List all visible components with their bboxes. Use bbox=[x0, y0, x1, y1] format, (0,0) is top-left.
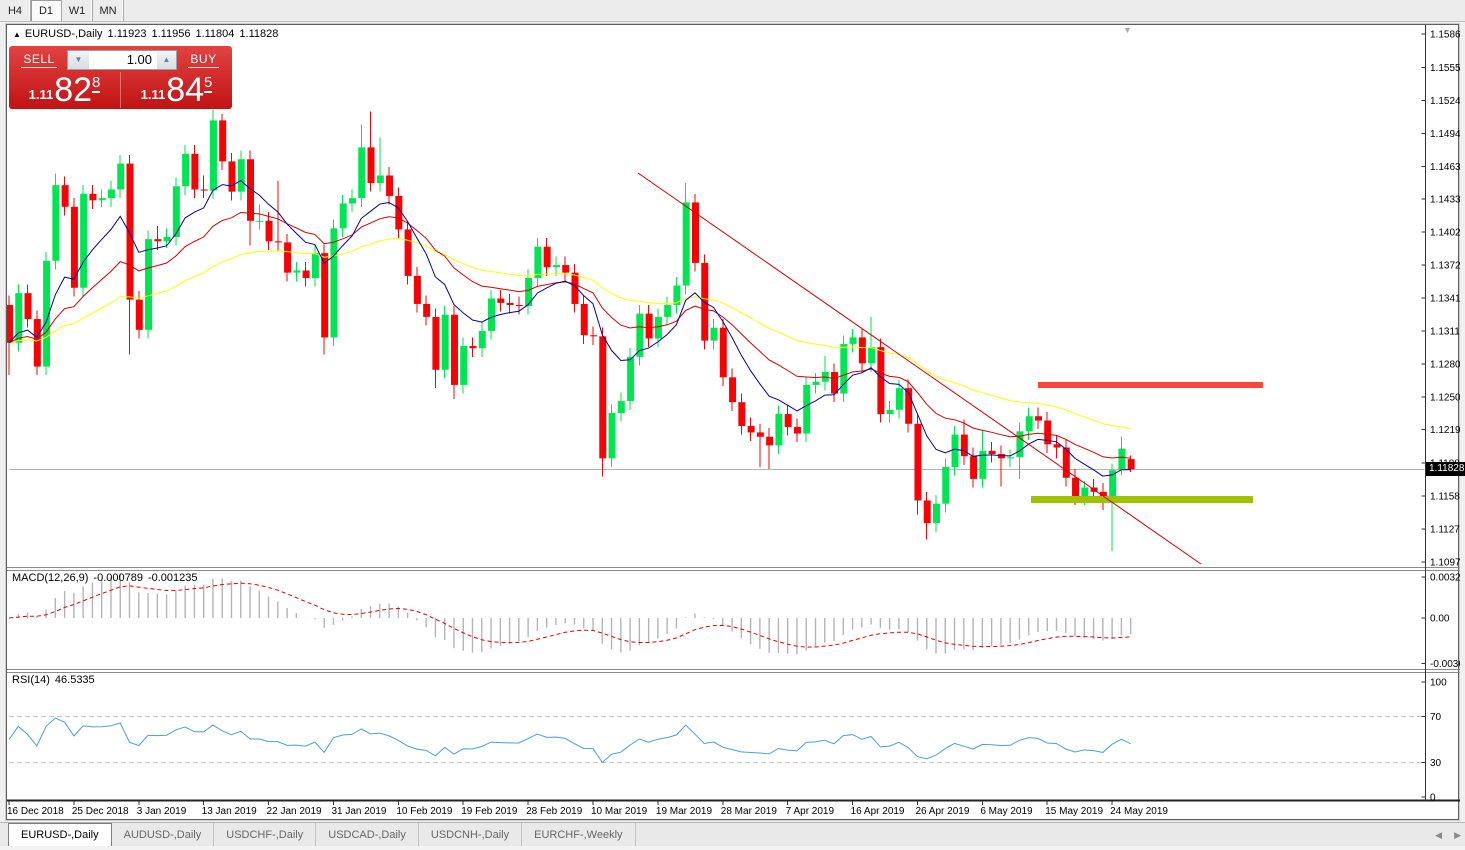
support-line bbox=[1031, 496, 1253, 503]
svg-text:0.00: 0.00 bbox=[1430, 614, 1450, 625]
date-label: 10 Mar 2019 bbox=[591, 806, 648, 817]
ohlc-close: 1.11828 bbox=[239, 28, 279, 40]
spin-down-icon: ▼ bbox=[74, 55, 83, 64]
date-label: 22 Jan 2019 bbox=[267, 806, 322, 817]
date-label: 3 Jan 2019 bbox=[137, 806, 187, 817]
svg-text:70: 70 bbox=[1430, 712, 1442, 723]
svg-text:1.15245: 1.15245 bbox=[1430, 96, 1460, 107]
macd-histogram bbox=[17, 573, 1132, 655]
date-label: 7 Apr 2019 bbox=[786, 806, 835, 817]
chart-symbol-label: EURUSD-,Daily bbox=[24, 28, 103, 40]
sell-price-point: 8 bbox=[92, 74, 101, 93]
svg-text:1.10970: 1.10970 bbox=[1430, 558, 1460, 569]
buy-price-prefix: 1.11 bbox=[140, 87, 166, 102]
resistance-line bbox=[1038, 382, 1263, 388]
macd-label: MACD(12,26,9) -0.000789 -0.001235 bbox=[12, 572, 203, 584]
svg-text:1.11580: 1.11580 bbox=[1430, 492, 1460, 503]
svg-text:1.11275: 1.11275 bbox=[1430, 525, 1460, 536]
chart-window: 1.15860 1.15550 1.15245 1.14940 1.14635 1.143… bbox=[6, 24, 1465, 820]
svg-text:1.12500: 1.12500 bbox=[1430, 392, 1460, 403]
date-label: 28 Mar 2019 bbox=[721, 806, 778, 817]
sell-price-pips: 82 bbox=[54, 71, 93, 109]
ohlc-open: 1.11923 bbox=[107, 28, 147, 40]
sell-price-prefix: 1.11 bbox=[28, 87, 54, 102]
svg-text:1.12805: 1.12805 bbox=[1430, 359, 1460, 370]
tab-usdchf-daily[interactable]: USDCHF-,Daily bbox=[214, 823, 317, 846]
date-label: 10 Feb 2019 bbox=[396, 806, 453, 817]
one-click-trading-panel: SELL ▼ ▲ BUY 1.11828 1.11845 bbox=[9, 46, 232, 109]
date-label: 19 Mar 2019 bbox=[656, 806, 713, 817]
rsi-title: RSI(14) bbox=[12, 674, 50, 686]
timeframe-mn-button[interactable]: MN bbox=[93, 0, 124, 21]
candles-layer bbox=[7, 109, 1135, 552]
svg-text:1.14635: 1.14635 bbox=[1430, 162, 1460, 173]
sell-price-button[interactable]: 1.11 82 8 bbox=[9, 72, 120, 108]
svg-text:0.003287: 0.003287 bbox=[1430, 573, 1460, 584]
tab-scroll-right-icon[interactable]: ▶ bbox=[1454, 830, 1461, 841]
volume-input[interactable] bbox=[89, 49, 157, 70]
svg-text:1.15860: 1.15860 bbox=[1430, 30, 1460, 41]
volume-increase-button[interactable]: ▲ bbox=[157, 49, 177, 70]
date-label: 15 May 2019 bbox=[1045, 806, 1103, 817]
buy-price-button[interactable]: 1.11 84 5 bbox=[120, 72, 232, 108]
current-price-tag: 1.11828 bbox=[1426, 462, 1465, 476]
volume-decrease-button[interactable]: ▼ bbox=[67, 49, 89, 70]
svg-text:1.14330: 1.14330 bbox=[1430, 195, 1460, 206]
tab-usdcnh-daily[interactable]: USDCNH-,Daily bbox=[419, 823, 523, 846]
spin-up-icon: ▲ bbox=[162, 55, 171, 64]
collapse-triangle-icon[interactable]: ▲ bbox=[13, 30, 21, 39]
tab-audusd-daily[interactable]: AUDUSD-,Daily bbox=[112, 823, 215, 846]
tab-eurchf-weekly[interactable]: EURCHF-,Weekly bbox=[522, 823, 636, 846]
date-label: 25 Dec 2018 bbox=[72, 806, 129, 817]
date-label: 6 May 2019 bbox=[980, 806, 1033, 817]
svg-text:0: 0 bbox=[1430, 793, 1436, 804]
svg-text:1.14940: 1.14940 bbox=[1430, 129, 1460, 140]
macd-signal-value: -0.001235 bbox=[147, 572, 198, 584]
macd-title: MACD(12,26,9) bbox=[12, 572, 89, 584]
ohlc-low: 1.11804 bbox=[195, 28, 235, 40]
date-label: 16 Apr 2019 bbox=[851, 806, 905, 817]
symbol-tab-bar: EURUSD-,Daily AUDUSD-,Daily USDCHF-,Dail… bbox=[0, 822, 1465, 846]
svg-text:-0.003659: -0.003659 bbox=[1430, 659, 1460, 670]
timeframe-w1-button[interactable]: W1 bbox=[62, 0, 93, 21]
timeframe-d1-button[interactable]: D1 bbox=[31, 0, 62, 21]
svg-text:1.14025: 1.14025 bbox=[1430, 228, 1460, 239]
chart-header: ▲ EURUSD-,Daily 1.11923 1.11956 1.11804 1.118… bbox=[13, 28, 283, 40]
date-label: 19 Feb 2019 bbox=[461, 806, 518, 817]
buy-button[interactable]: BUY bbox=[188, 52, 219, 68]
buy-price-pips: 84 bbox=[166, 71, 205, 109]
rsi-label: RSI(14) 46.5335 bbox=[12, 674, 100, 686]
svg-text:30: 30 bbox=[1430, 758, 1442, 769]
ohlc-high: 1.11956 bbox=[151, 28, 191, 40]
date-label: 26 Apr 2019 bbox=[915, 806, 969, 817]
svg-text:100: 100 bbox=[1430, 678, 1447, 689]
date-label: 31 Jan 2019 bbox=[331, 806, 386, 817]
date-label: 24 May 2019 bbox=[1110, 806, 1168, 817]
sell-button[interactable]: SELL bbox=[21, 52, 57, 68]
tab-usdcad-daily[interactable]: USDCAD-,Daily bbox=[316, 823, 419, 846]
buy-price-point: 5 bbox=[204, 74, 213, 93]
svg-text:1.13110: 1.13110 bbox=[1430, 326, 1460, 337]
rsi-value: 46.5335 bbox=[54, 674, 95, 686]
date-label: 28 Feb 2019 bbox=[526, 806, 583, 817]
tab-scroll-left-icon[interactable]: ◀ bbox=[1435, 830, 1442, 841]
svg-text:1.15550: 1.15550 bbox=[1430, 63, 1460, 74]
svg-text:1.13720: 1.13720 bbox=[1430, 261, 1460, 272]
svg-text:1.13415: 1.13415 bbox=[1430, 294, 1460, 305]
svg-text:1.12195: 1.12195 bbox=[1430, 425, 1460, 436]
date-label: 13 Jan 2019 bbox=[202, 806, 257, 817]
tab-eurusd-daily[interactable]: EURUSD-,Daily bbox=[8, 823, 112, 846]
status-strip bbox=[0, 846, 1465, 850]
chart-canvas[interactable]: 1.15860 1.15550 1.15245 1.14940 1.14635 1.143… bbox=[7, 25, 1460, 819]
macd-main-value: -0.000789 bbox=[93, 572, 143, 584]
chart-shift-marker-icon[interactable]: ▼ bbox=[1123, 25, 1132, 35]
timeframe-h4-button[interactable]: H4 bbox=[0, 0, 31, 21]
date-label: 16 Dec 2018 bbox=[7, 806, 64, 817]
timeframe-toolbar: H4 D1 W1 MN bbox=[0, 0, 1465, 22]
